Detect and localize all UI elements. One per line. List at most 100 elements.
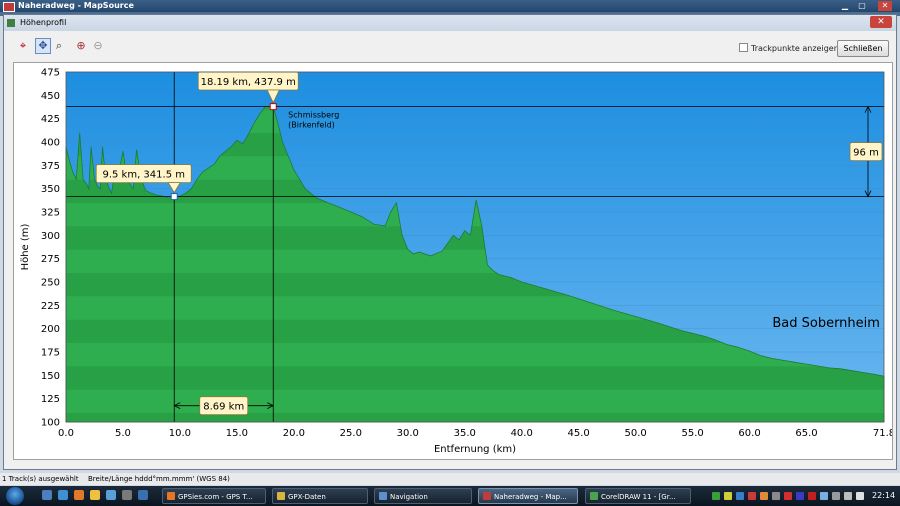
taskbar: GPSies.com - GPS T... GPX-Daten Navigation…: [0, 486, 900, 506]
place-label-schmissberg: Schmissberg: [288, 111, 339, 120]
elevation-chart-panel: 475 450 425 400 375 350 325 300 275 250 225 200 175 1…: [13, 62, 893, 460]
height-measure-label: 96 m: [853, 148, 879, 159]
profile-icon: [7, 19, 15, 27]
x-tick-label: 45.0: [568, 428, 590, 439]
crosshair-select-icon[interactable]: ⌖: [16, 39, 30, 53]
taskbar-item[interactable]: Navigation: [374, 488, 472, 504]
taskbar-item[interactable]: Naheradweg - Map...: [478, 488, 578, 504]
move-tool-icon[interactable]: ✥: [35, 38, 51, 54]
x-tick-label: 60.0: [738, 428, 760, 439]
show-desktop-icon[interactable]: [42, 490, 52, 500]
marker-point: [269, 103, 277, 111]
taskbar-item-label: Naheradweg - Map...: [494, 493, 567, 501]
tray-network-icon[interactable]: [712, 492, 720, 500]
close-button[interactable]: Schließen: [837, 40, 889, 57]
elevation-profile-dialog: Höhenprofil ✕ ⌖ ✥ ⌕ ⊕ ⊖ Trackpunkte anze…: [3, 14, 897, 470]
y-tick-label: 400: [41, 138, 60, 149]
y-tick-label: 225: [41, 301, 60, 312]
x-tick-label: 40.0: [511, 428, 533, 439]
window-close-icon[interactable]: ✕: [878, 1, 892, 11]
app-title: Naheradweg - MapSource: [18, 1, 134, 10]
tray-update-icon[interactable]: [760, 492, 768, 500]
tray-security-icon[interactable]: [808, 492, 816, 500]
tray-display-icon[interactable]: [796, 492, 804, 500]
mail-icon[interactable]: [138, 490, 148, 500]
x-tick-label: 71.8: [873, 428, 892, 439]
trackpoints-checkbox[interactable]: Trackpunkte anzeigen: [739, 43, 839, 53]
app-icon[interactable]: [122, 490, 132, 500]
x-tick-label: 15.0: [226, 428, 248, 439]
callout-peak-label: 18.19 km, 437.9 m: [201, 77, 296, 88]
x-tick-label: 55.0: [681, 428, 703, 439]
statusbar: 1 Track(s) ausgewählt Breite/Länge hddd°…: [0, 473, 900, 485]
x-tick-label: 10.0: [169, 428, 191, 439]
taskbar-item[interactable]: GPSies.com - GPS T...: [162, 488, 266, 504]
x-tick-label: 5.0: [115, 428, 131, 439]
y-axis-label: Höhe (m): [20, 223, 31, 270]
checkbox-box[interactable]: [739, 43, 748, 52]
app-titlebar: Naheradweg - MapSource ▁ ▢ ✕: [0, 0, 900, 12]
taskbar-item[interactable]: GPX-Daten: [272, 488, 368, 504]
tray-bluetooth-icon[interactable]: [736, 492, 744, 500]
ie-icon[interactable]: [106, 490, 116, 500]
y-tick-label: 100: [41, 418, 60, 429]
taskbar-item-icon: [483, 492, 491, 500]
tray-volume-icon[interactable]: [856, 492, 864, 500]
y-tick-label: 250: [41, 278, 60, 289]
taskbar-item-label: CorelDRAW 11 - [Gr...: [601, 493, 676, 501]
y-tick-label: 425: [41, 114, 60, 125]
y-tick-label: 350: [41, 184, 60, 195]
y-tick-label: 300: [41, 231, 60, 242]
elevation-chart: 475 450 425 400 375 350 325 300 275 250 225 200 175 1…: [20, 68, 892, 456]
taskbar-item-label: GPSies.com - GPS T...: [178, 493, 253, 501]
mapsource-app-icon: [3, 2, 15, 12]
place-label-bad-sobernheim: Bad Sobernheim: [772, 316, 880, 331]
tray-device-icon[interactable]: [772, 492, 780, 500]
zoom-out-icon[interactable]: ⊖: [91, 39, 105, 53]
dialog-close-button[interactable]: ✕: [870, 16, 892, 28]
y-tick-label: 275: [41, 254, 60, 265]
tray-antivirus-icon[interactable]: [748, 492, 756, 500]
taskbar-item-icon: [590, 492, 598, 500]
callout-low-label: 9.5 km, 341.5 m: [102, 170, 185, 181]
x-tick-label: 25.0: [340, 428, 362, 439]
maximize-icon[interactable]: ▢: [855, 1, 869, 11]
switch-windows-icon[interactable]: [58, 490, 68, 500]
dialog-titlebar: Höhenprofil ✕: [4, 15, 896, 31]
tray-app-icon[interactable]: [724, 492, 732, 500]
x-tick-label: 30.0: [397, 428, 419, 439]
zoom-in-icon[interactable]: ⊕: [74, 39, 88, 53]
screen: Naheradweg - MapSource ▁ ▢ ✕ Höhenprofil…: [0, 0, 900, 506]
place-label-schmissberg-sub: (Birkenfeld): [288, 121, 335, 130]
taskbar-item-icon: [379, 492, 387, 500]
x-tick-label: 65.0: [795, 428, 817, 439]
taskbar-item-icon: [167, 492, 175, 500]
minimize-icon[interactable]: ▁: [838, 1, 852, 11]
lasso-zoom-icon[interactable]: ⌕: [52, 39, 66, 53]
tray-acrobat-icon[interactable]: [784, 492, 792, 500]
x-tick-label: 50.0: [625, 428, 647, 439]
y-tick-label: 325: [41, 208, 60, 219]
tray-power-icon[interactable]: [832, 492, 840, 500]
tray-network2-icon[interactable]: [844, 492, 852, 500]
status-track-count: 1 Track(s) ausgewählt: [2, 475, 79, 483]
x-tick-label: 20.0: [283, 428, 305, 439]
taskbar-item[interactable]: CorelDRAW 11 - [Gr...: [585, 488, 691, 504]
y-tick-label: 150: [41, 371, 60, 382]
tray-sync-icon[interactable]: [820, 492, 828, 500]
x-tick-label: 35.0: [454, 428, 476, 439]
start-button[interactable]: [6, 487, 24, 505]
y-tick-label: 175: [41, 348, 60, 359]
firefox-icon[interactable]: [74, 490, 84, 500]
explorer-icon[interactable]: [90, 490, 100, 500]
marker-point: [170, 193, 178, 201]
taskbar-item-icon: [277, 492, 285, 500]
y-tick-label: 125: [41, 394, 60, 405]
x-tick-label: 0.0: [58, 428, 74, 439]
y-tick-label: 450: [41, 91, 60, 102]
trackpoints-label: Trackpunkte anzeigen: [751, 44, 839, 53]
y-tick-label: 375: [41, 161, 60, 172]
taskbar-item-label: GPX-Daten: [288, 493, 326, 501]
y-tick-label: 200: [41, 324, 60, 335]
status-coordinate-format: Breite/Länge hddd°mm.mmm' (WGS 84): [88, 475, 230, 483]
